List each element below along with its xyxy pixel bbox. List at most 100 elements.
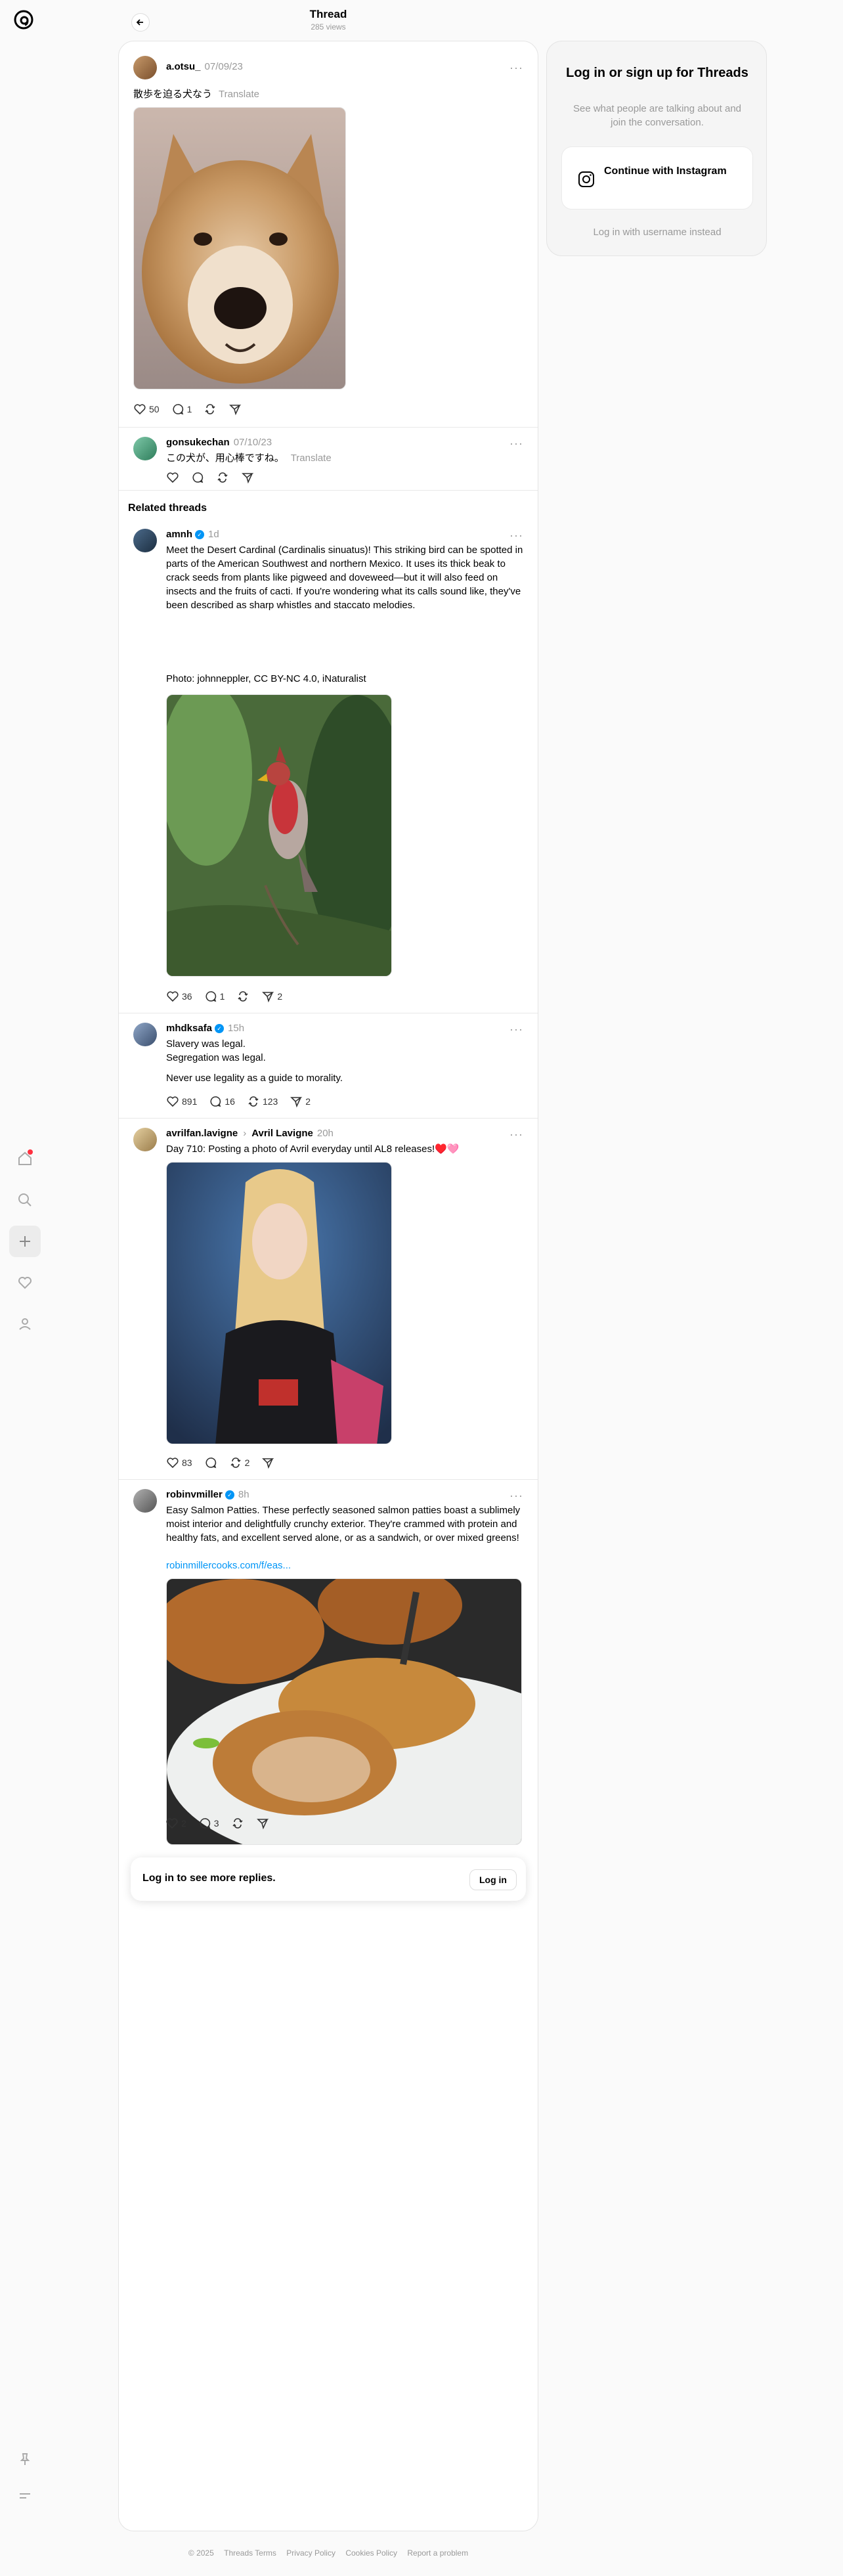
like-button[interactable]: 83 xyxy=(166,1456,192,1469)
repost-icon xyxy=(248,1096,259,1107)
repost-button[interactable]: 123 xyxy=(247,1095,278,1108)
shiba-dog-photo xyxy=(134,108,345,389)
post-text: 散歩を迫る犬なう xyxy=(133,89,213,100)
avatar[interactable] xyxy=(133,437,157,460)
footer-cookies-link[interactable]: Cookies Policy xyxy=(345,2548,397,2558)
like-button[interactable]: 2 xyxy=(165,1817,186,1830)
post-image[interactable] xyxy=(133,107,346,389)
reply-button[interactable]: 3 xyxy=(198,1817,219,1830)
more-options-icon[interactable]: ··· xyxy=(509,437,523,451)
reply-button[interactable]: 1 xyxy=(171,403,192,416)
more-options-icon[interactable]: ··· xyxy=(509,1023,523,1036)
share-button[interactable]: 2 xyxy=(290,1095,311,1108)
post-username[interactable]: avrilfan.lavigne xyxy=(166,1128,238,1139)
more-options-icon[interactable]: ··· xyxy=(509,529,523,543)
post-actions: 36 1 2 xyxy=(166,990,282,1003)
post-username[interactable]: robinvmiller xyxy=(166,1489,223,1500)
repost-button[interactable] xyxy=(204,403,217,416)
avatar[interactable] xyxy=(133,529,157,552)
post-username[interactable]: a.otsu_ xyxy=(166,61,201,72)
reply-button[interactable]: 16 xyxy=(209,1095,235,1108)
view-count: 285 views xyxy=(311,22,346,32)
nav-activity-button[interactable] xyxy=(9,1267,41,1299)
reply-count: 16 xyxy=(225,1096,235,1107)
mention-tag[interactable]: Avril Lavigne xyxy=(251,1128,313,1139)
post-text: Meet the Desert Cardinal (Cardinalis sin… xyxy=(166,544,523,611)
post-actions: 891 16 123 2 xyxy=(166,1095,311,1108)
more-options-icon[interactable]: ··· xyxy=(509,1128,523,1142)
left-nav-rail xyxy=(0,0,50,2576)
reply-actions xyxy=(166,471,254,484)
nav-create-button[interactable] xyxy=(9,1226,41,1257)
avatar[interactable] xyxy=(133,1489,157,1513)
nav-profile-button[interactable] xyxy=(9,1308,41,1340)
continue-with-instagram-button[interactable]: Continue with Instagram xyxy=(561,146,753,210)
comment-icon xyxy=(173,404,183,415)
signup-title: Log in or sign up for Threads xyxy=(566,66,748,80)
like-count: 50 xyxy=(149,404,160,414)
username-login-link[interactable]: Log in with username instead xyxy=(547,227,767,238)
reply-button[interactable]: 1 xyxy=(204,990,225,1003)
threads-logo-icon[interactable] xyxy=(12,8,35,32)
like-button[interactable] xyxy=(166,471,179,484)
more-options-icon[interactable]: ··· xyxy=(509,61,523,75)
avatar[interactable] xyxy=(133,1023,157,1046)
like-button[interactable]: 36 xyxy=(166,990,192,1003)
footer-terms-link[interactable]: Threads Terms xyxy=(224,2548,276,2558)
heart-icon xyxy=(166,1818,178,1829)
post-link[interactable]: robinmillercooks.com/f/eas... xyxy=(166,1559,291,1572)
heart-icon xyxy=(167,1096,179,1107)
comment-icon xyxy=(205,1457,216,1469)
reply-button[interactable] xyxy=(204,1456,217,1469)
post-image[interactable] xyxy=(166,1578,522,1845)
avatar[interactable] xyxy=(133,1128,157,1151)
post-text: Easy Salmon Patties. These perfectly sea… xyxy=(166,1505,521,1543)
reply-button[interactable] xyxy=(191,471,204,484)
share-button[interactable] xyxy=(241,471,254,484)
back-button[interactable] xyxy=(131,13,150,32)
share-button[interactable] xyxy=(256,1817,269,1830)
repost-count: 2 xyxy=(244,1457,250,1468)
post-image[interactable] xyxy=(166,1162,392,1444)
reply-post: gonsukechan 07/10/23 ··· この犬が、用心棒ですね。 Tran… xyxy=(119,428,538,491)
post-line-1: Slavery was legal. xyxy=(166,1038,246,1050)
like-button[interactable]: 891 xyxy=(166,1095,197,1108)
photo-credit: Photo: johnneppler, CC BY-NC 4.0, iNatur… xyxy=(166,673,366,684)
post-username[interactable]: amnh xyxy=(166,529,192,540)
nav-pin-button[interactable] xyxy=(9,2443,41,2475)
footer-privacy-link[interactable]: Privacy Policy xyxy=(286,2548,335,2558)
post-date: 07/09/23 xyxy=(204,61,243,72)
like-button[interactable]: 50 xyxy=(133,403,160,416)
translate-link[interactable]: Translate xyxy=(219,89,259,100)
nav-search-button[interactable] xyxy=(9,1184,41,1216)
related-post-mhdksafa: mhdksafa ✓ 15h ··· Slavery was legal. Segr… xyxy=(119,1013,538,1119)
login-button[interactable]: Log in xyxy=(469,1869,517,1890)
related-post-robinvmiller: robinvmiller ✓ 8h ··· Easy Salmon Patties.… xyxy=(119,1480,538,1848)
pin-icon xyxy=(20,2453,30,2465)
share-button[interactable] xyxy=(228,403,242,416)
share-button[interactable] xyxy=(261,1456,274,1469)
translate-link[interactable]: Translate xyxy=(291,453,332,464)
like-count: 83 xyxy=(182,1457,192,1468)
nav-menu-button[interactable] xyxy=(9,2480,41,2512)
post-image[interactable] xyxy=(166,694,392,977)
share-button[interactable]: 2 xyxy=(261,990,282,1003)
avril-photo xyxy=(167,1163,391,1444)
avatar[interactable] xyxy=(133,56,157,79)
post-time: 8h xyxy=(238,1489,249,1500)
send-icon xyxy=(256,1819,269,1830)
more-options-icon[interactable]: ··· xyxy=(509,1489,523,1503)
related-threads-heading: Related threads xyxy=(128,502,207,514)
repost-button[interactable] xyxy=(236,990,249,1003)
search-icon xyxy=(18,1193,32,1207)
repost-button[interactable] xyxy=(216,471,229,484)
nav-home-button[interactable] xyxy=(9,1143,41,1174)
reply-username[interactable]: gonsukechan xyxy=(166,437,230,448)
post-text: Day 710: Posting a photo of Avril everyd… xyxy=(166,1144,460,1155)
repost-button[interactable]: 2 xyxy=(229,1456,250,1469)
repost-button[interactable] xyxy=(231,1817,244,1830)
comment-icon xyxy=(192,472,204,483)
post-username[interactable]: mhdksafa xyxy=(166,1023,212,1034)
footer-report-link[interactable]: Report a problem xyxy=(407,2548,468,2558)
verified-badge-icon: ✓ xyxy=(225,1490,234,1499)
